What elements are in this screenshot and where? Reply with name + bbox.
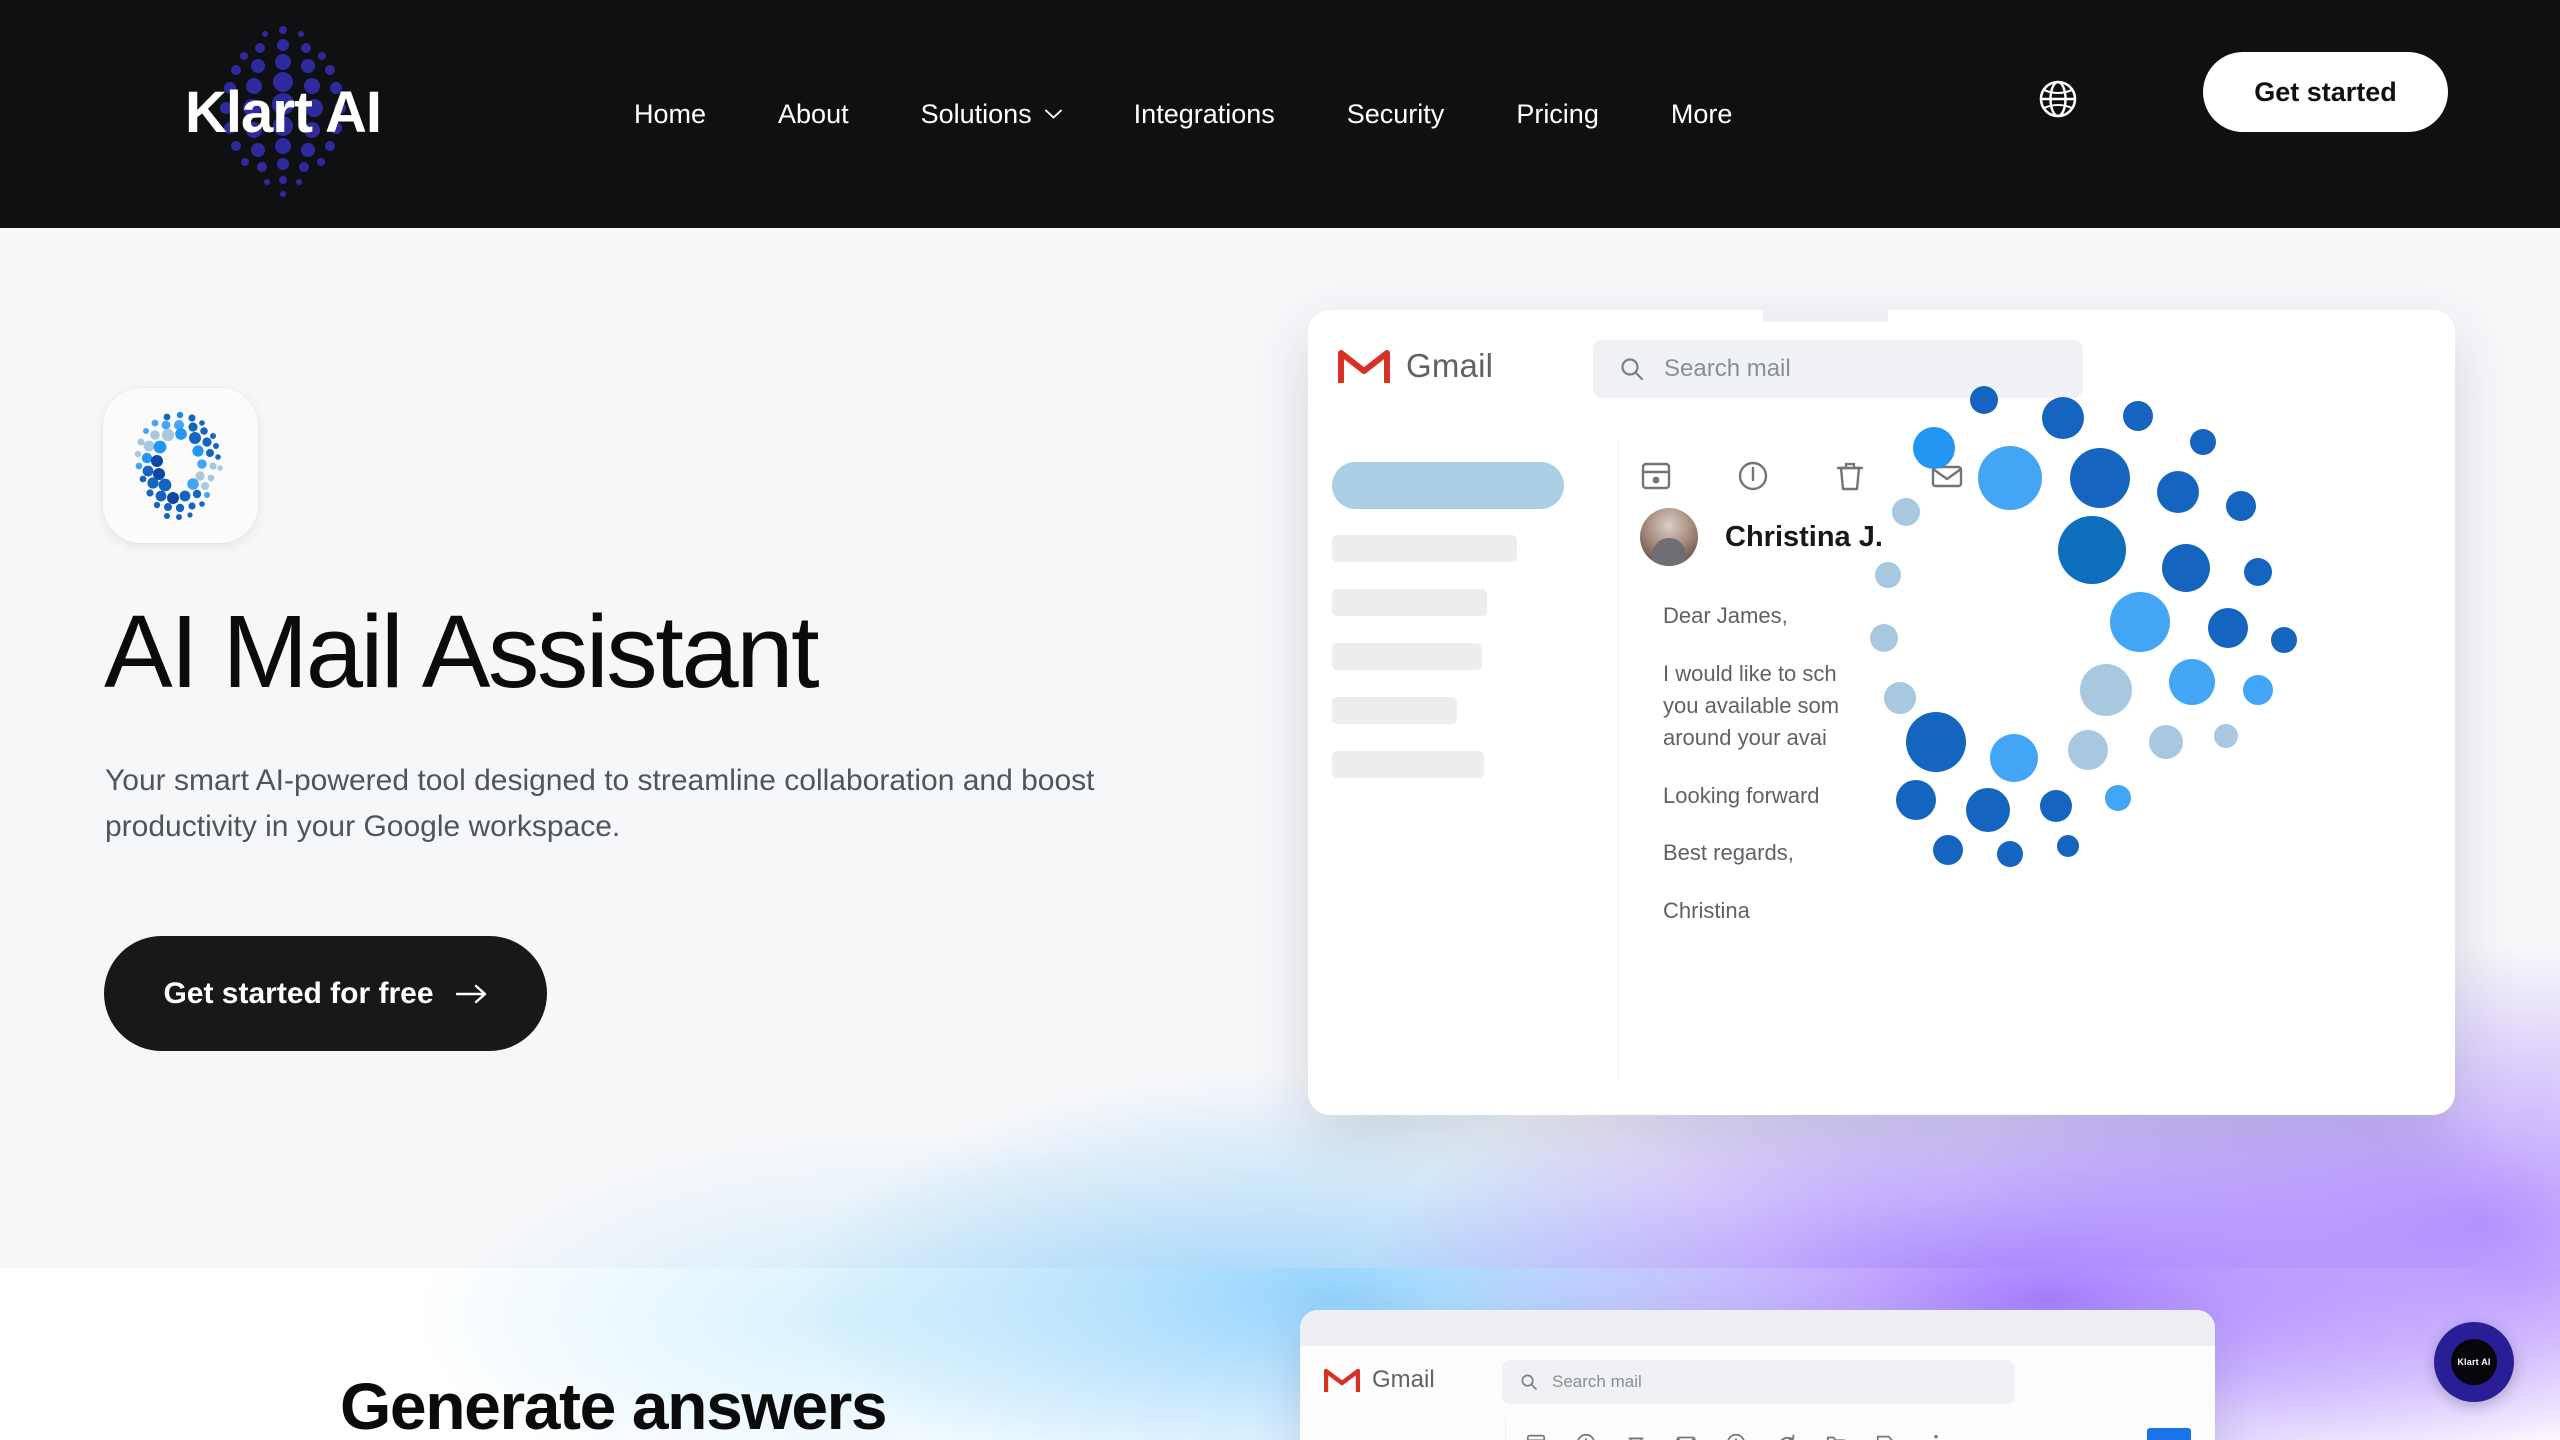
get-started-for-free-button[interactable]: Get started for free (104, 936, 547, 1051)
search-icon (1621, 358, 1644, 381)
email-line: Dear James, (1663, 603, 1788, 628)
delete-icon[interactable] (1625, 1432, 1647, 1440)
sidebar-item-active[interactable] (1332, 462, 1564, 509)
more-options-icon[interactable] (1925, 1432, 1947, 1440)
archive-icon[interactable] (1525, 1432, 1547, 1440)
gmail-logo-secondary: Gmail (1324, 1366, 1435, 1394)
nav-item-pricing[interactable]: Pricing (1480, 99, 1635, 130)
gmail-action-toolbar-secondary (1525, 1432, 1947, 1440)
nav-label: About (778, 98, 849, 129)
gmail-sidebar (1332, 462, 1592, 805)
labels-icon[interactable] (1875, 1432, 1897, 1440)
nav-item-more[interactable]: More (1635, 99, 1769, 130)
brand-logo[interactable]: Klart AI (168, 12, 398, 212)
gmail-column-divider-secondary (1505, 1418, 1506, 1440)
nav-label: Security (1346, 98, 1445, 129)
search-placeholder: Search mail (1664, 355, 1791, 382)
nav-label: Pricing (1516, 98, 1599, 129)
nav-item-home[interactable]: Home (598, 99, 742, 130)
email-sender-row: Christina J. (1640, 508, 1883, 566)
nav-label: More (1670, 98, 1733, 129)
nav-item-solutions[interactable]: Solutions (885, 99, 1098, 130)
gmail-search-input-secondary[interactable]: Search mail (1502, 1360, 2015, 1404)
archive-icon[interactable] (1638, 458, 1674, 494)
gmail-search-input[interactable]: Search mail (1593, 340, 2083, 398)
avatar (1640, 508, 1698, 566)
gmail-mockup-card-secondary: Gmail Search mail (1300, 1310, 2215, 1440)
email-line: Christina (1663, 898, 1750, 924)
nav-item-security[interactable]: Security (1311, 99, 1481, 130)
chevron-down-icon (1044, 109, 1062, 119)
gmail-wordmark: Gmail (1372, 1366, 1435, 1393)
globe-icon (2039, 80, 2077, 118)
page-title: AI Mail Assistant (104, 594, 820, 709)
gmail-m-icon (1324, 1368, 1360, 1392)
gmail-logo: Gmail (1338, 346, 1493, 386)
email-line: Looking forward (1663, 782, 1820, 808)
get-started-button[interactable]: Get started (2203, 52, 2448, 132)
gmail-wordmark: Gmail (1406, 347, 1494, 384)
search-icon (1521, 1374, 1537, 1390)
sidebar-item-placeholder[interactable] (1332, 643, 1482, 670)
email-line: I would like to sch (1663, 660, 1837, 686)
email-line: Best regards, (1663, 840, 1794, 866)
chat-launcher-label: Klart AI (2457, 1357, 2491, 1367)
sidebar-item-placeholder[interactable] (1332, 697, 1457, 724)
move-to-folder-icon[interactable] (1825, 1432, 1847, 1440)
sidebar-item-placeholder[interactable] (1332, 589, 1487, 616)
hero-cta-label: Get started for free (163, 976, 434, 1010)
add-task-icon[interactable] (1775, 1432, 1797, 1440)
primary-action-chip[interactable] (2147, 1428, 2191, 1440)
main-navigation: Home About Solutions Integrations Securi… (598, 0, 1768, 228)
chat-launcher-inner: Klart AI (2451, 1339, 2497, 1385)
klart-ai-app-icon (103, 388, 258, 543)
report-spam-icon[interactable] (1735, 458, 1771, 494)
search-placeholder: Search mail (1552, 1372, 1642, 1391)
app-icon-dot-ring-icon (134, 411, 223, 520)
mark-unread-icon[interactable] (1675, 1432, 1697, 1440)
sender-name: Christina J. (1725, 520, 1883, 553)
hero-section: AI Mail Assistant Your smart AI-powered … (0, 228, 2560, 1268)
brand-name: Klart AI (184, 79, 382, 145)
site-header: Klart AI Home About Solutions Integratio… (0, 0, 2560, 228)
gmail-m-icon (1338, 350, 1390, 383)
section-heading: Generate answers (340, 1369, 888, 1440)
arrow-right-icon (455, 984, 486, 1003)
nav-item-about[interactable]: About (742, 99, 885, 130)
nav-label: Home (634, 98, 707, 129)
chat-launcher-button[interactable]: Klart AI (2434, 1322, 2514, 1402)
sidebar-item-placeholder[interactable] (1332, 535, 1517, 562)
browser-chrome-bar (1300, 1310, 2215, 1346)
delete-icon[interactable] (1832, 458, 1868, 494)
language-selector[interactable] (2035, 76, 2081, 122)
email-line: you available som (1663, 692, 1840, 718)
report-spam-icon[interactable] (1575, 1432, 1597, 1440)
hero-subtitle: Your smart AI-powered tool designed to s… (105, 764, 1095, 843)
gmail-mockup-card: Gmail Search mail Christina J. Dear Jame… (1308, 310, 2455, 1115)
gmail-topbar: Gmail Search mail (1308, 310, 2455, 428)
email-line: around your avai (1663, 724, 1827, 750)
mark-unread-icon[interactable] (1929, 458, 1965, 494)
features-section: Generate answers Gmail Search mail (0, 1268, 2560, 1440)
gmail-action-toolbar (1638, 458, 1965, 494)
nav-label: Integrations (1133, 98, 1275, 129)
email-body: Dear James, I would like to sch you avai… (1663, 600, 1993, 927)
nav-item-integrations[interactable]: Integrations (1098, 99, 1311, 130)
nav-label: Solutions (920, 98, 1032, 129)
sidebar-item-placeholder[interactable] (1332, 751, 1484, 778)
gmail-column-divider (1618, 440, 1619, 1080)
snooze-icon[interactable] (1725, 1432, 1747, 1440)
